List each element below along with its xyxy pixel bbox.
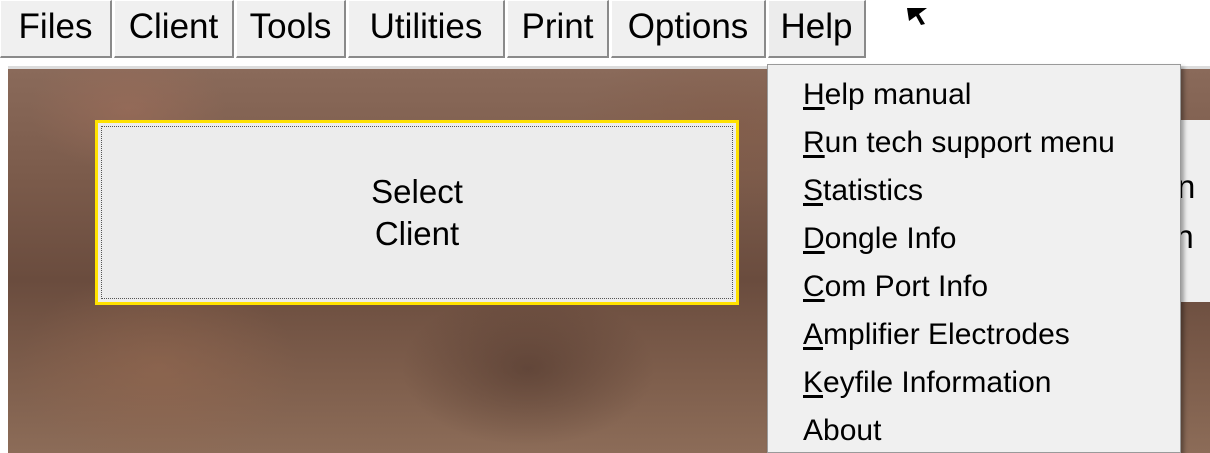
- menu-item-label: tatistics: [823, 174, 924, 207]
- mnemonic-letter: R: [803, 126, 825, 159]
- menu-item-label: About: [803, 414, 882, 447]
- mnemonic-letter: A: [803, 318, 824, 351]
- mouse-cursor-icon: [907, 8, 927, 25]
- menu-item-statistics[interactable]: Statistics: [803, 171, 923, 217]
- menu-item-dongle-info[interactable]: Dongle Info: [803, 219, 956, 265]
- menu-item-label: eyfile Information: [823, 366, 1052, 399]
- select-client-label: Select Client: [101, 126, 733, 299]
- select-client-line-2: Client: [374, 214, 460, 252]
- menu-files[interactable]: Files: [0, 0, 112, 58]
- menu-item-label: mplifier Electrodes: [823, 318, 1070, 351]
- menu-item-keyfile-information[interactable]: Keyfile Information: [803, 363, 1051, 409]
- menu-item-about[interactable]: About: [803, 411, 881, 453]
- help-dropdown-menu: Help manual Run tech support menu Statis…: [767, 64, 1181, 453]
- menu-item-amplifier-electrodes[interactable]: Amplifier Electrodes: [803, 315, 1070, 361]
- mnemonic-letter: H: [803, 78, 825, 111]
- menu-item-label: un tech support menu: [824, 126, 1115, 159]
- menu-item-label: ongle Info: [824, 222, 957, 255]
- select-client-line-1: Select: [371, 172, 463, 210]
- menu-tools[interactable]: Tools: [236, 0, 346, 58]
- menu-print[interactable]: Print: [507, 0, 609, 58]
- menu-item-com-port-info[interactable]: Com Port Info: [803, 267, 988, 313]
- menu-item-help-manual[interactable]: Help manual: [803, 75, 971, 121]
- menu-item-run-tech-support[interactable]: Run tech support menu: [803, 123, 1115, 169]
- menu-bar: Files Client Tools Utilities Print Optio…: [0, 0, 1210, 62]
- menu-item-label: elp manual: [824, 78, 972, 111]
- menu-help[interactable]: Help: [768, 0, 866, 58]
- select-client-button[interactable]: Select Client: [95, 120, 739, 305]
- mnemonic-letter: D: [803, 222, 825, 255]
- mnemonic-letter: C: [803, 270, 825, 303]
- menu-utilities[interactable]: Utilities: [348, 0, 505, 58]
- mnemonic-letter: K: [803, 366, 824, 399]
- menu-options[interactable]: Options: [611, 0, 766, 58]
- menu-item-label: om Port Info: [824, 270, 989, 303]
- menu-client[interactable]: Client: [114, 0, 234, 58]
- mnemonic-letter: S: [803, 174, 824, 207]
